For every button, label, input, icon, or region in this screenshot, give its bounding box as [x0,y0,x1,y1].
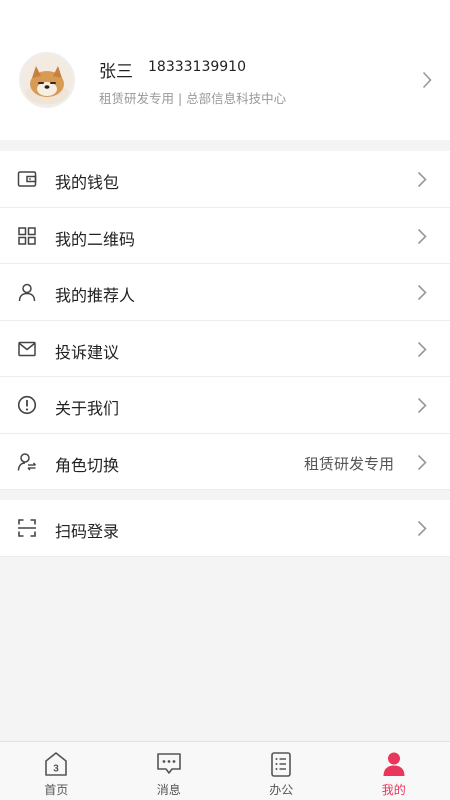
user-role-department: 租赁研发专用 | 总部信息科技中心 [99,91,287,106]
mail-icon [18,341,36,356]
menu-item-scan-login[interactable]: 扫码登录 [0,500,450,557]
info-icon [17,395,37,415]
user-phone: 18333139910 [148,59,246,75]
tab-label: 我的 [381,783,406,797]
chevron-right-icon [417,397,427,414]
bottom-tab-bar: 3 首页 消息 办公 我的 [0,741,450,800]
dog-avatar-icon [21,54,73,106]
chevron-right-icon [422,71,432,89]
chevron-right-icon [417,284,427,301]
menu-item-role-switch[interactable]: 角色切换 租赁研发专用 [0,434,450,490]
chevron-right-icon [417,454,427,470]
tab-label: 办公 [269,783,294,797]
menu-item-about[interactable]: 关于我们 [0,377,450,434]
tab-messages[interactable]: 消息 [113,742,226,800]
profile-icon [383,752,405,776]
tab-office[interactable]: 办公 [225,742,338,800]
chevron-right-icon [417,228,427,244]
avatar [19,52,75,108]
menu-item-referrer[interactable]: 我的推荐人 [0,264,450,321]
person-icon [18,283,36,302]
tab-profile[interactable]: 我的 [338,742,450,800]
menu-item-label: 我的钱包 [55,173,120,192]
scan-icon [18,519,36,537]
chevron-right-icon [417,520,427,537]
tab-home[interactable]: 3 首页 [0,742,113,800]
menu-item-label: 投诉建议 [55,342,120,362]
profile-card[interactable]: 张三 18333139910 租赁研发专用 | 总部信息科技中心 [0,0,450,140]
menu-item-qrcode[interactable]: 我的二维码 [0,208,450,264]
menu-item-label: 我的推荐人 [55,286,136,305]
tab-label: 首页 [44,783,69,797]
menu-group-secondary: 扫码登录 [0,500,450,557]
chevron-right-icon [417,171,427,188]
menu-item-wallet[interactable]: 我的钱包 [0,151,450,208]
wallet-icon [17,171,37,187]
chevron-right-icon [417,341,427,357]
menu-item-label: 扫码登录 [55,522,120,541]
menu-group-main: 我的钱包 我的二维码 我的推荐人 投诉建议 关于我们 角色切换 租赁研发专用 [0,151,450,490]
home-icon: 3 [45,752,68,776]
menu-item-label: 关于我们 [55,399,120,418]
qrcode-icon [18,226,36,245]
menu-item-label: 角色切换 [55,455,120,475]
tab-label: 消息 [156,783,181,797]
current-role-value: 租赁研发专用 [303,454,394,473]
message-icon [156,753,181,774]
office-list-icon [271,752,292,777]
role-switch-icon [17,452,36,471]
svg-text:3: 3 [53,764,59,775]
menu-item-label: 我的二维码 [55,229,136,249]
menu-item-feedback[interactable]: 投诉建议 [0,321,450,377]
user-name: 张三 [99,62,133,82]
